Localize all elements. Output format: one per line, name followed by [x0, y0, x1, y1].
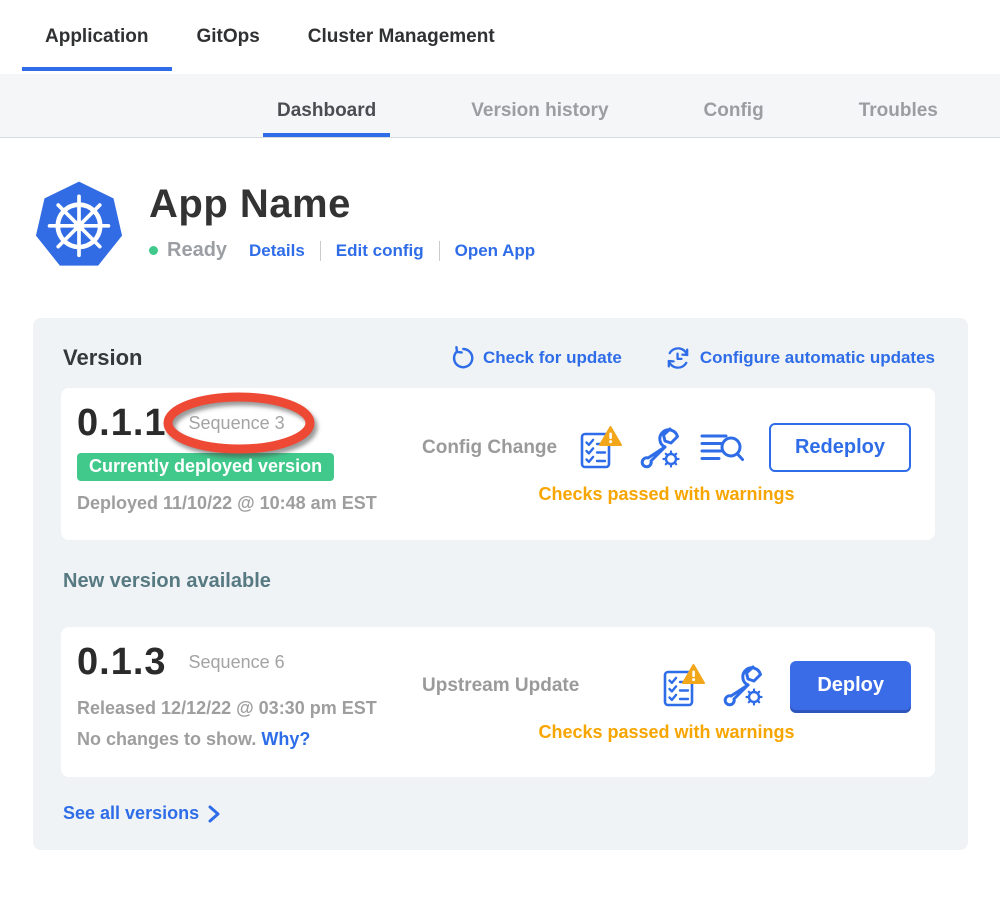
new-sequence-label: Sequence 6	[189, 652, 285, 673]
refresh-icon	[449, 345, 475, 371]
preflight-checks-icon[interactable]	[660, 663, 706, 709]
released-timestamp: Released 12/12/22 @ 03:30 pm EST	[77, 698, 422, 719]
tab-troubleshoot[interactable]: Troubles	[859, 100, 938, 122]
current-version-row: 0.1.1 Sequence 3 Currently deployed vers…	[61, 388, 935, 540]
see-all-versions-link[interactable]: See all versions	[63, 803, 220, 824]
redeploy-button[interactable]: Redeploy	[769, 423, 911, 472]
version-section-title: Version	[63, 345, 142, 371]
secondary-nav: Dashboard Version history Config Trouble…	[0, 74, 1000, 138]
tab-dashboard[interactable]: Dashboard	[277, 100, 376, 122]
nav-tab-gitops[interactable]: GitOps	[196, 26, 259, 48]
new-version-row: 0.1.3 Sequence 6 Released 12/12/22 @ 03:…	[61, 627, 935, 777]
deployed-badge: Currently deployed version	[77, 453, 334, 481]
checks-status-text: Checks passed with warnings	[538, 484, 794, 505]
check-for-update-link[interactable]: Check for update	[449, 345, 622, 371]
new-version-heading: New version available	[63, 570, 935, 593]
divider	[439, 241, 440, 261]
no-changes-text: No changes to show.	[77, 729, 256, 749]
status-label: Ready	[167, 239, 227, 262]
auto-update-clock-icon	[664, 344, 692, 372]
new-version-number: 0.1.3	[77, 641, 167, 684]
version-source-label: Config Change	[422, 437, 557, 459]
config-wrench-icon[interactable]	[722, 664, 766, 708]
current-version-number: 0.1.1	[77, 402, 167, 445]
page-title: App Name	[149, 182, 535, 227]
preflight-checks-icon[interactable]	[577, 425, 623, 471]
status-dot	[149, 246, 158, 255]
divider	[320, 241, 321, 261]
open-app-link[interactable]: Open App	[455, 241, 536, 261]
deploy-button[interactable]: Deploy	[790, 661, 911, 710]
config-wrench-icon[interactable]	[639, 426, 683, 470]
checks-status-text: Checks passed with warnings	[538, 722, 794, 743]
current-sequence-label: Sequence 3	[189, 413, 285, 434]
version-source-label: Upstream Update	[422, 675, 579, 697]
view-diff-icon[interactable]	[699, 429, 745, 467]
nav-tab-cluster-management[interactable]: Cluster Management	[308, 26, 495, 48]
primary-nav: Application GitOps Cluster Management	[0, 0, 1000, 74]
edit-config-link[interactable]: Edit config	[336, 241, 424, 261]
deployed-timestamp: Deployed 11/10/22 @ 10:48 am EST	[77, 493, 422, 514]
configure-automatic-updates-link[interactable]: Configure automatic updates	[664, 344, 935, 372]
why-link[interactable]: Why?	[261, 729, 310, 749]
app-header: App Name Ready Details Edit config Open …	[33, 178, 1000, 270]
tab-version-history[interactable]: Version history	[471, 100, 608, 122]
details-link[interactable]: Details	[249, 241, 305, 261]
chevron-right-icon	[208, 805, 220, 823]
tab-config[interactable]: Config	[704, 100, 764, 122]
version-card: Version Check for update	[33, 318, 968, 850]
nav-tab-application[interactable]: Application	[45, 26, 148, 48]
kubernetes-logo-icon	[33, 178, 125, 270]
